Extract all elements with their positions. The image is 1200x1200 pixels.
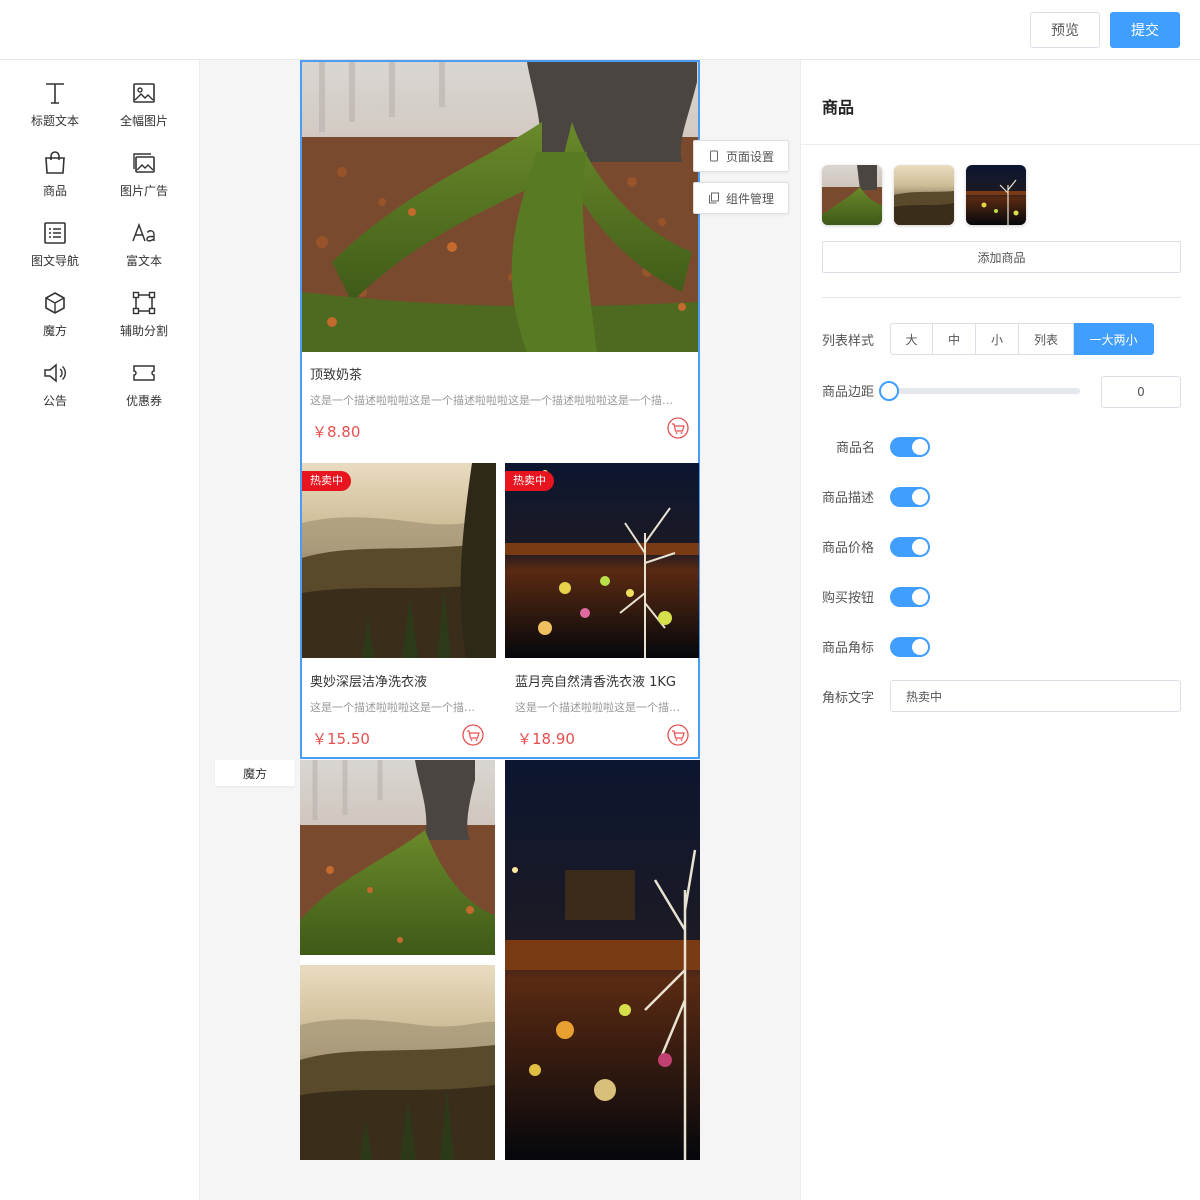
top-bar: 预览 提交 <box>0 0 1200 60</box>
palette-item-label: 公告 <box>42 394 67 408</box>
panel-divider <box>822 297 1181 298</box>
rich-text-Aa-icon <box>132 222 155 242</box>
divider-icon <box>132 291 156 315</box>
palette-item-coupon[interactable]: 优惠券 <box>99 356 189 416</box>
palette-item-full-image[interactable]: 全幅图片 <box>99 76 189 136</box>
list-style-large[interactable]: 大 <box>890 323 933 355</box>
goods-description: 这是一个描述啦啦啦这是一个描述啦啦啦 <box>310 701 480 714</box>
toggle-label-goods-desc: 商品描述 <box>822 491 875 506</box>
text-T-icon <box>46 83 64 104</box>
speaker-icon <box>44 363 66 383</box>
copy-icon <box>709 192 719 204</box>
magic-cube-tag[interactable]: 魔方 <box>215 760 295 786</box>
list-style-segmented: 大 中 小 列表 一大两小 <box>890 323 1154 355</box>
toggle-label-goods-price: 商品价格 <box>822 541 875 556</box>
goods-margin-label: 商品边距 <box>822 385 875 400</box>
palette-item-goods[interactable]: 商品 <box>10 146 100 206</box>
palette-item-divider[interactable]: 辅助分割 <box>99 286 189 346</box>
cube-icon <box>45 292 65 314</box>
palette-item-rich-text[interactable]: 富文本 <box>99 216 189 276</box>
editor-canvas: 顶致奶茶 这是一个描述啦啦啦这是一个描述啦啦啦这是一个描述啦啦啦这是一个描述啦啦… <box>200 60 800 1200</box>
phone-icon <box>710 150 718 162</box>
palette-item-label: 图片广告 <box>119 184 168 198</box>
goods-price-switch[interactable] <box>890 537 930 557</box>
cart-icon[interactable] <box>667 417 689 439</box>
palette-item-label: 标题文本 <box>30 114 79 128</box>
list-style-one-big-two-small[interactable]: 一大两小 <box>1074 323 1154 355</box>
image-icon <box>133 83 155 103</box>
list-icon <box>44 222 66 244</box>
panel-divider <box>801 144 1200 145</box>
cart-icon[interactable] <box>462 724 484 746</box>
magic-cube-component[interactable] <box>300 760 700 1160</box>
cube-image-hills <box>300 965 495 1160</box>
cart-icon[interactable] <box>667 724 689 746</box>
add-goods-button[interactable]: 添加商品 <box>822 241 1181 273</box>
palette-item-label: 优惠券 <box>125 394 162 408</box>
goods-component[interactable]: 顶致奶茶 这是一个描述啦啦啦这是一个描述啦啦啦这是一个描述啦啦啦这是一个描述啦啦… <box>300 60 700 759</box>
goods-image-tree <box>302 62 698 352</box>
shopping-bag-icon <box>45 151 65 174</box>
goods-price: ￥8.80 <box>312 423 361 441</box>
goods-description: 这是一个描述啦啦啦这是一个描述啦啦啦 <box>515 701 685 714</box>
badge-text-input[interactable]: 热卖中 <box>890 680 1181 712</box>
goods-price: ￥15.50 <box>312 730 370 748</box>
component-manage-label: 组件管理 <box>726 191 775 206</box>
component-manage-tab[interactable]: 组件管理 <box>693 182 789 214</box>
list-style-list[interactable]: 列表 <box>1019 323 1074 355</box>
goods-margin-slider-track[interactable] <box>890 388 1080 394</box>
palette-item-label: 富文本 <box>125 254 162 268</box>
goods-title: 蓝月亮自然清香洗衣液 1KG <box>515 675 677 690</box>
goods-badge: 热卖中 <box>302 471 351 491</box>
palette-item-label: 图文导航 <box>30 254 79 268</box>
palette-item-title-text[interactable]: 标题文本 <box>10 76 100 136</box>
badge-text-label: 角标文字 <box>822 691 875 706</box>
goods-title: 顶致奶茶 <box>310 368 363 383</box>
goods-image-night <box>505 463 699 658</box>
submit-button[interactable]: 提交 <box>1110 12 1180 48</box>
list-style-medium[interactable]: 中 <box>933 323 976 355</box>
goods-badge: 热卖中 <box>505 471 554 491</box>
selected-goods-thumb[interactable] <box>894 165 954 225</box>
coupon-icon <box>133 365 155 381</box>
palette-item-image-ad[interactable]: 图片广告 <box>99 146 189 206</box>
palette-item-label: 魔方 <box>42 324 67 338</box>
list-style-label: 列表样式 <box>822 334 875 349</box>
toggle-label-buy-button: 购买按钮 <box>822 591 875 606</box>
goods-name-switch[interactable] <box>890 437 930 457</box>
goods-description: 这是一个描述啦啦啦这是一个描述啦啦啦这是一个描述啦啦啦这是一个描述啦啦啦 <box>310 394 675 407</box>
palette-item-image-nav[interactable]: 图文导航 <box>10 216 100 276</box>
panel-title: 商品 <box>822 98 855 117</box>
cube-image-tree <box>300 760 495 955</box>
toggle-label-goods-name: 商品名 <box>836 441 876 456</box>
goods-title: 奥妙深层洁净洗衣液 <box>310 675 428 690</box>
palette-item-label: 全幅图片 <box>119 114 168 128</box>
properties-panel: 商品 添加商品 列表样式 大 中 小 列表 一大两小 商品边距 0 商品名 商品… <box>800 60 1200 1200</box>
component-palette: 标题文本 全幅图片 商品 图片广告 图文导航 富文本 魔方 辅助分割 公告 优惠… <box>0 60 200 1200</box>
goods-desc-switch[interactable] <box>890 487 930 507</box>
goods-image-hills <box>302 463 496 658</box>
buy-button-switch[interactable] <box>890 587 930 607</box>
goods-badge-switch[interactable] <box>890 637 930 657</box>
palette-item-magic-cube[interactable]: 魔方 <box>10 286 100 346</box>
images-icon <box>133 153 155 173</box>
page-settings-tab[interactable]: 页面设置 <box>693 140 789 172</box>
goods-margin-slider-thumb[interactable] <box>879 381 899 401</box>
selected-goods-thumb[interactable] <box>966 165 1026 225</box>
page-settings-label: 页面设置 <box>726 149 775 164</box>
cube-image-night <box>505 760 700 1160</box>
preview-button[interactable]: 预览 <box>1030 12 1100 48</box>
palette-item-notice[interactable]: 公告 <box>10 356 100 416</box>
toggle-label-goods-badge: 商品角标 <box>822 641 875 656</box>
palette-item-label: 辅助分割 <box>119 324 168 338</box>
list-style-small[interactable]: 小 <box>976 323 1019 355</box>
selected-goods-thumb[interactable] <box>822 165 882 225</box>
palette-item-label: 商品 <box>42 184 67 198</box>
goods-margin-input[interactable]: 0 <box>1101 376 1181 408</box>
goods-price: ￥18.90 <box>517 730 575 748</box>
